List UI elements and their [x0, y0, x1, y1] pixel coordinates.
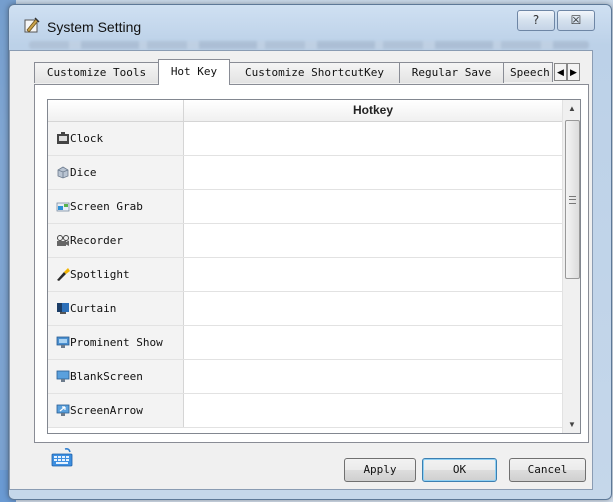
tab-scroll-left-icon[interactable]: ◀: [554, 63, 567, 81]
row-header[interactable]: BlankScreen: [48, 360, 184, 393]
clock-icon: [57, 132, 69, 144]
scroll-down-icon[interactable]: ▼: [563, 416, 580, 433]
scroll-grip-icon: [569, 196, 576, 204]
keyboard-icon[interactable]: [51, 447, 73, 467]
cancel-button[interactable]: Cancel: [509, 458, 586, 482]
row-header[interactable]: ScreenArrow: [48, 394, 184, 427]
row-header[interactable]: Spotlight: [48, 258, 184, 291]
row-header[interactable]: Clock: [48, 122, 184, 155]
screen-arrow-icon: [56, 404, 70, 416]
table-row: Recorder: [48, 224, 562, 258]
row-label: ScreenArrow: [70, 404, 143, 417]
recorder-icon: [57, 235, 69, 246]
title-bar[interactable]: System Setting ? ☒: [9, 5, 611, 53]
row-label: Recorder: [70, 234, 123, 247]
row-label: Screen Grab: [70, 200, 143, 213]
hot-key-panel: Hotkey Clock Dice Screen Grab Recorder S…: [34, 84, 589, 443]
table-row: Curtain: [48, 292, 562, 326]
ok-button[interactable]: OK: [422, 458, 497, 482]
apply-button[interactable]: Apply: [344, 458, 416, 482]
hotkey-cell[interactable]: [184, 292, 562, 325]
tab-regular-save[interactable]: Regular Save: [399, 62, 504, 83]
screen-grab-icon: [56, 202, 70, 212]
row-label: Dice: [70, 166, 97, 179]
close-button[interactable]: ☒: [557, 10, 595, 31]
table-row: Dice: [48, 156, 562, 190]
blurred-instruction-strip: [29, 41, 589, 49]
grid-header: Hotkey: [48, 100, 562, 122]
row-label: Prominent Show: [70, 336, 163, 349]
table-row: Prominent Show: [48, 326, 562, 360]
curtain-icon: [57, 303, 69, 314]
tab-scroll-right-icon[interactable]: ▶: [567, 63, 580, 81]
table-row: Screen Grab: [48, 190, 562, 224]
hotkey-cell[interactable]: [184, 258, 562, 291]
hotkey-cell[interactable]: [184, 156, 562, 189]
spotlight-icon: [57, 268, 70, 281]
table-row: Clock: [48, 122, 562, 156]
row-header[interactable]: Screen Grab: [48, 190, 184, 223]
scroll-thumb[interactable]: [565, 120, 580, 279]
tab-speech[interactable]: Speech: [503, 62, 553, 82]
hotkey-grid: Hotkey Clock Dice Screen Grab Recorder S…: [47, 99, 581, 434]
row-header[interactable]: Curtain: [48, 292, 184, 325]
hotkey-cell[interactable]: [184, 326, 562, 359]
grid-corner: [48, 100, 184, 121]
table-row: ScreenArrow: [48, 394, 562, 428]
table-row: Spotlight: [48, 258, 562, 292]
settings-tools-icon: [24, 17, 40, 33]
prominent-show-icon: [56, 336, 70, 348]
help-button[interactable]: ?: [517, 10, 555, 31]
tab-bar: Customize Tools Hot Key Customize Shortc…: [26, 59, 586, 85]
column-header-hotkey[interactable]: Hotkey: [184, 100, 562, 121]
row-label: Clock: [70, 132, 104, 145]
row-label: Curtain: [70, 302, 117, 315]
tab-customize-shortcutkey[interactable]: Customize ShortcutKey: [229, 62, 400, 83]
scroll-up-icon[interactable]: ▲: [563, 100, 580, 117]
tab-customize-tools[interactable]: Customize Tools: [34, 62, 159, 83]
blank-screen-icon: [56, 370, 70, 382]
hotkey-cell[interactable]: [184, 360, 562, 393]
hotkey-cell[interactable]: [184, 122, 562, 155]
tab-hot-key[interactable]: Hot Key: [158, 59, 230, 85]
hotkey-cell[interactable]: [184, 190, 562, 223]
row-header[interactable]: Recorder: [48, 224, 184, 257]
row-header[interactable]: Dice: [48, 156, 184, 189]
window-title: System Setting: [47, 19, 142, 35]
hotkey-cell[interactable]: [184, 394, 562, 427]
hotkey-cell[interactable]: [184, 224, 562, 257]
dice-icon: [57, 166, 69, 179]
row-header[interactable]: Prominent Show: [48, 326, 184, 359]
table-row: BlankScreen: [48, 360, 562, 394]
row-label: BlankScreen: [70, 370, 143, 383]
vertical-scrollbar[interactable]: ▲ ▼: [562, 100, 580, 433]
row-label: Spotlight: [70, 268, 130, 281]
